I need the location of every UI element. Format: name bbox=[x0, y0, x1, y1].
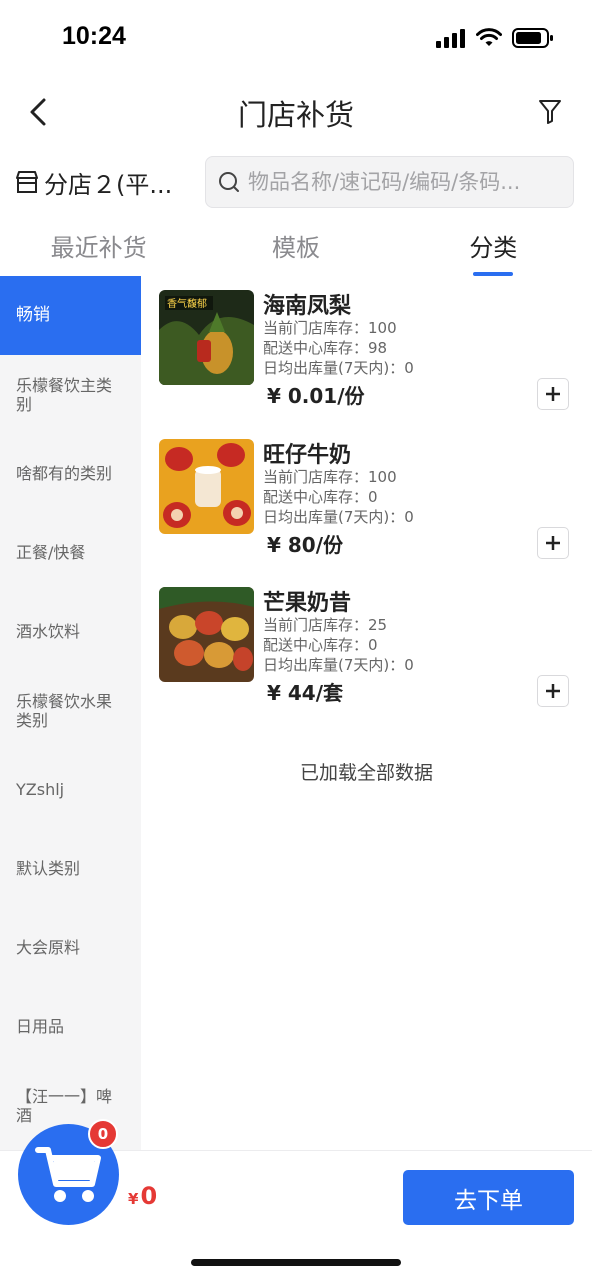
center-stock: 配送中心库存：0 bbox=[263, 636, 378, 654]
page-title: 门店补货 bbox=[237, 98, 354, 132]
product-image-milk bbox=[159, 439, 254, 534]
product-card[interactable]: 旺仔牛奶 当前门店库存：100 配送中心库存：0 日均出库量(7天内)：0 ¥ … bbox=[159, 425, 579, 559]
store-selector[interactable]: 分店２(平... bbox=[14, 162, 190, 202]
add-button[interactable] bbox=[537, 527, 569, 559]
cart-total-amount: 0 bbox=[140, 1182, 158, 1210]
store-stock: 当前门店库存：100 bbox=[263, 319, 397, 337]
image-caption: 香气馥郁 bbox=[167, 297, 207, 310]
tab-template[interactable]: 模板 bbox=[197, 222, 394, 278]
product-price: ¥ 0.01/份 bbox=[267, 384, 365, 408]
sidebar-item-bestseller[interactable]: 畅销 bbox=[0, 276, 141, 355]
product-price: ¥ 44/套 bbox=[267, 681, 344, 705]
product-card[interactable]: 芒果奶昔 当前门店库存：25 配送中心库存：0 日均出库量(7天内)：0 ¥ 4… bbox=[159, 573, 579, 707]
store-icon bbox=[16, 171, 38, 193]
sidebar-item[interactable]: 乐檬餐饮水果类别 bbox=[0, 671, 141, 750]
product-image-pineapple: 香气馥郁 bbox=[159, 290, 254, 385]
daily-out: 日均出库量(7天内)：0 bbox=[263, 508, 414, 526]
daily-out: 日均出库量(7天内)：0 bbox=[263, 656, 414, 674]
center-stock: 配送中心库存：0 bbox=[263, 488, 378, 506]
tab-recent-restock[interactable]: 最近补货 bbox=[0, 222, 197, 278]
loaded-all-text: 已加载全部数据 bbox=[299, 762, 433, 784]
sidebar-item[interactable]: 正餐/快餐 bbox=[0, 513, 141, 592]
signal-icon bbox=[436, 29, 465, 48]
sidebar-item[interactable]: 大会原料 bbox=[0, 908, 141, 987]
sidebar-item[interactable]: 日用品 bbox=[0, 987, 141, 1066]
sidebar-item[interactable]: 默认类别 bbox=[0, 829, 141, 908]
add-button[interactable] bbox=[537, 378, 569, 410]
product-card[interactable]: 香气馥郁 海南凤梨 当前门店库存：100 配送中心库存：98 日均出库量(7天内… bbox=[159, 276, 579, 410]
plus-icon bbox=[546, 684, 560, 698]
center-stock: 配送中心库存：98 bbox=[263, 339, 388, 357]
product-name: 旺仔牛奶 bbox=[263, 443, 352, 468]
add-button[interactable] bbox=[537, 675, 569, 707]
product-name: 芒果奶昔 bbox=[263, 591, 352, 616]
wifi-icon bbox=[476, 28, 502, 46]
filter-icon bbox=[539, 100, 561, 124]
search-box[interactable] bbox=[205, 156, 574, 208]
product-name: 海南凤梨 bbox=[263, 294, 352, 319]
currency-symbol: ¥ bbox=[128, 1190, 139, 1208]
home-indicator bbox=[191, 1259, 401, 1266]
store-search-row: 分店２(平... bbox=[0, 156, 592, 208]
status-time: 10:24 bbox=[62, 22, 126, 50]
plus-icon bbox=[546, 536, 560, 550]
product-list: 香气馥郁 海南凤梨 当前门店库存：100 配送中心库存：98 日均出库量(7天内… bbox=[141, 276, 592, 1152]
plus-icon bbox=[546, 387, 560, 401]
sidebar-item[interactable]: 酒水饮料 bbox=[0, 592, 141, 671]
product-price: ¥ 80/份 bbox=[267, 533, 344, 557]
product-image-mango bbox=[159, 587, 254, 682]
nav-bar: 门店补货 bbox=[0, 80, 592, 144]
category-sidebar: 畅销 乐檬餐饮主类别 啥都有的类别 正餐/快餐 酒水饮料 乐檬餐饮水果类别 YZ… bbox=[0, 276, 141, 1152]
search-icon bbox=[219, 172, 239, 192]
tab-bar: 最近补货 模板 分类 bbox=[0, 222, 592, 278]
status-icons bbox=[436, 28, 554, 48]
status-bar: 10:24 bbox=[0, 0, 592, 80]
search-input[interactable] bbox=[248, 170, 558, 194]
store-stock: 当前门店库存：25 bbox=[263, 616, 388, 634]
place-order-button[interactable]: 去下单 bbox=[403, 1170, 574, 1225]
sidebar-item[interactable]: 啥都有的类别 bbox=[0, 434, 141, 513]
sidebar-item[interactable]: YZshlj bbox=[0, 750, 141, 829]
filter-button[interactable] bbox=[532, 94, 568, 130]
daily-out: 日均出库量(7天内)：0 bbox=[263, 359, 414, 377]
store-stock: 当前门店库存：100 bbox=[263, 468, 397, 486]
shopping-cart-icon bbox=[34, 1146, 101, 1202]
cart-count-badge: 0 bbox=[88, 1119, 118, 1149]
sidebar-item[interactable]: 乐檬餐饮主类别 bbox=[0, 355, 141, 434]
cart-total: ¥ 0 bbox=[128, 1182, 157, 1210]
battery-icon bbox=[512, 28, 553, 48]
store-name: 分店２(平... bbox=[44, 170, 173, 199]
tab-category[interactable]: 分类 bbox=[395, 222, 592, 278]
